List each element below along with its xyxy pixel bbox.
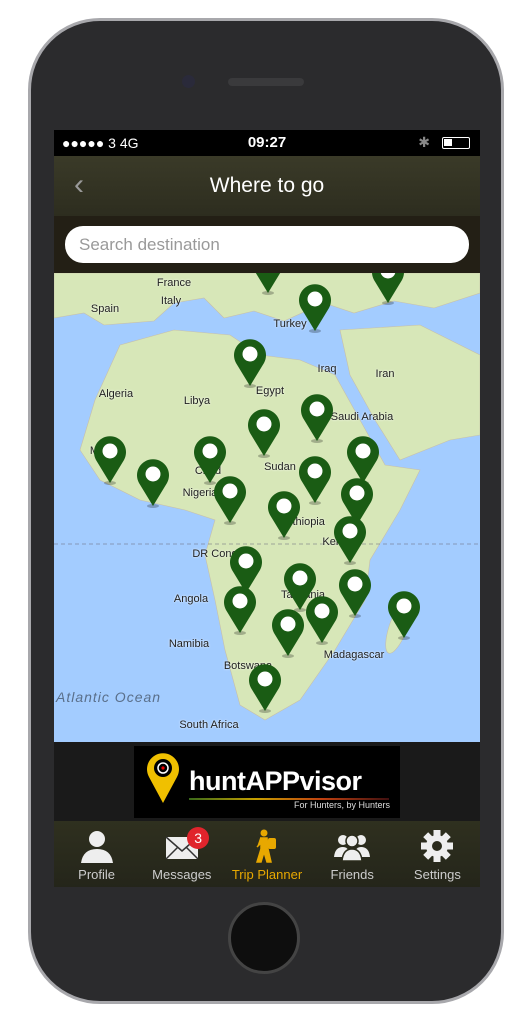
hiker-icon	[255, 829, 276, 863]
brand-tagline: For Hunters, by Hunters	[293, 800, 390, 810]
speaker	[228, 78, 304, 86]
location-pin[interactable]	[93, 435, 127, 485]
map-pin-icon	[137, 459, 169, 508]
location-pin[interactable]	[271, 608, 305, 658]
map-pin-icon	[372, 273, 404, 305]
home-button[interactable]	[228, 902, 300, 974]
person-icon	[80, 831, 113, 863]
location-pin[interactable]	[233, 338, 267, 388]
sponsor-banner[interactable]: huntAPPvisor For Hunters, by Hunters	[54, 742, 480, 821]
tab-trip-planner[interactable]: Trip Planner	[224, 821, 309, 887]
map-pin-icon	[224, 586, 256, 635]
map-label-libya: Libya	[183, 395, 211, 407]
app-screen: ●●●●● 3 4G 09:27 ✱ ‹ Where to go France S…	[54, 130, 480, 887]
location-pin[interactable]	[136, 458, 170, 508]
ocean-label: Atlantic Ocean	[56, 689, 162, 705]
tab-label: Messages	[152, 867, 212, 882]
location-pin[interactable]	[298, 455, 332, 505]
map-label-sudan: Sudan	[264, 461, 296, 473]
map-label-iraq: Iraq	[317, 363, 337, 375]
location-pin[interactable]	[213, 475, 247, 525]
location-pin[interactable]	[248, 663, 282, 713]
tab-label: Profile	[78, 867, 116, 882]
map-pin-icon	[388, 591, 420, 640]
battery-icon	[442, 137, 470, 149]
tab-friends[interactable]: Friends	[310, 821, 395, 887]
status-bar: ●●●●● 3 4G 09:27 ✱	[54, 130, 480, 156]
map-label-spain: Spain	[90, 303, 120, 315]
map-pin-icon	[299, 284, 331, 333]
tab-label: Trip Planner	[231, 867, 303, 882]
tab-profile[interactable]: Profile	[54, 821, 139, 887]
search-input[interactable]	[65, 226, 469, 263]
map-pin-icon	[248, 409, 280, 458]
bluetooth-icon: ✱	[418, 134, 430, 150]
nav-bar: ‹ Where to go	[54, 156, 480, 216]
tab-settings[interactable]: Settings	[395, 821, 480, 887]
map-pin-icon	[214, 476, 246, 525]
map-label-iran: Iran	[375, 368, 395, 380]
tab-label: Friends	[330, 867, 374, 882]
unread-badge: 3	[187, 827, 210, 849]
map-pin-icon	[299, 456, 331, 505]
map-label-madagascar: Madagascar	[323, 649, 385, 661]
logo-pin-icon	[147, 753, 179, 803]
map-label-france: France	[156, 277, 192, 289]
location-pin[interactable]	[333, 515, 367, 565]
map-pin-icon	[301, 394, 333, 443]
map-pin-icon	[272, 609, 304, 658]
map-pin-icon	[255, 273, 281, 295]
location-pin[interactable]	[371, 273, 405, 305]
map-label-saudi-arabia: Saudi Arabia	[330, 411, 394, 423]
huntappvisor-logo: huntAPPvisor For Hunters, by Hunters	[134, 746, 400, 818]
gear-icon	[421, 830, 454, 862]
map-pin-icon	[249, 664, 281, 713]
map-view[interactable]: France Spain Italy Turkey Algeria Libya Egypt I…	[54, 273, 480, 742]
map-pin-icon	[339, 569, 371, 618]
location-pin[interactable]	[305, 595, 339, 645]
location-pin[interactable]	[338, 568, 372, 618]
map-pin-icon	[234, 339, 266, 388]
search-bar	[54, 216, 480, 273]
map-label-namibia: Namibia	[168, 638, 210, 650]
location-pin[interactable]	[251, 273, 285, 295]
map-pin-icon	[306, 596, 338, 645]
location-pin[interactable]	[300, 393, 334, 443]
group-icon	[334, 834, 371, 862]
page-title: Where to go	[209, 174, 325, 197]
map-label-south-africa: South Africa	[179, 719, 239, 731]
location-pin[interactable]	[267, 490, 301, 540]
location-pin[interactable]	[247, 408, 281, 458]
tab-bar: Profile 3 Messages Trip Planner Friends …	[54, 821, 480, 887]
map-pin-icon	[334, 516, 366, 565]
location-pin[interactable]	[223, 585, 257, 635]
map-pin-icon	[94, 436, 126, 485]
front-camera	[182, 75, 195, 88]
tab-label: Settings	[413, 867, 461, 882]
brand-name: huntAPPvisor	[189, 766, 362, 796]
location-pin[interactable]	[298, 283, 332, 333]
tab-messages[interactable]: 3 Messages	[139, 821, 224, 887]
map-label-algeria: Algeria	[98, 388, 134, 400]
clock: 09:27	[247, 134, 287, 151]
map-pin-icon	[268, 491, 300, 540]
map-label-italy: Italy	[160, 295, 182, 307]
location-pin[interactable]	[387, 590, 421, 640]
map-label-angola: Angola	[173, 593, 209, 605]
